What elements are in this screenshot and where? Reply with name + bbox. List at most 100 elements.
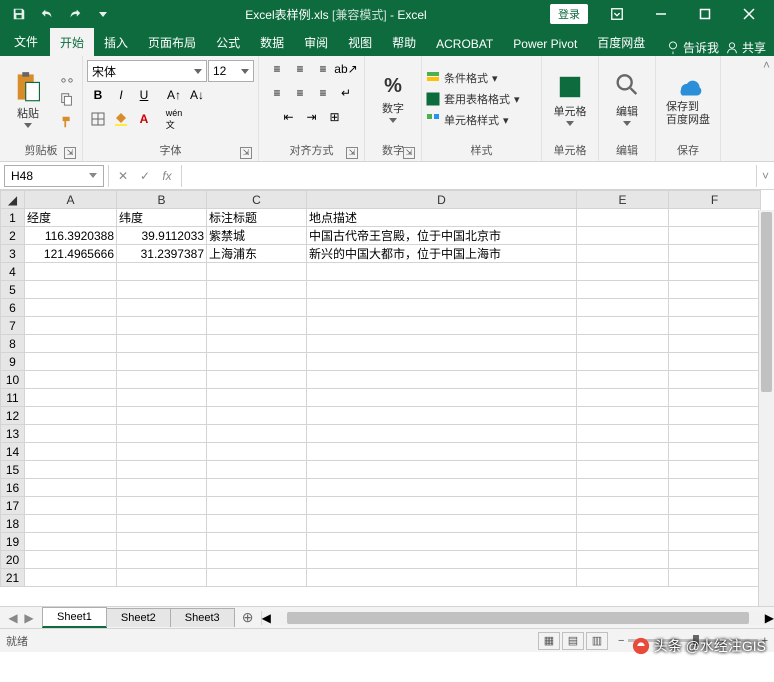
- cell[interactable]: [207, 497, 307, 515]
- cell[interactable]: [669, 353, 761, 371]
- cell[interactable]: [307, 407, 577, 425]
- cell[interactable]: [577, 479, 669, 497]
- cell[interactable]: [25, 281, 117, 299]
- zoom-slider[interactable]: − +: [618, 635, 768, 647]
- cell[interactable]: [307, 317, 577, 335]
- close-icon[interactable]: [728, 0, 770, 28]
- row-header[interactable]: 1: [1, 209, 25, 227]
- format-painter-icon[interactable]: [56, 111, 78, 133]
- cell[interactable]: [25, 479, 117, 497]
- sheet-nav-next-icon[interactable]: ▶: [22, 611, 36, 625]
- undo-icon[interactable]: [34, 2, 60, 26]
- view-page-layout-icon[interactable]: ▤: [562, 632, 584, 650]
- align-left-icon[interactable]: ≡: [266, 82, 288, 104]
- cell[interactable]: [577, 515, 669, 533]
- cell[interactable]: [669, 299, 761, 317]
- cell[interactable]: [25, 443, 117, 461]
- border-icon[interactable]: [87, 108, 109, 130]
- row-header[interactable]: 20: [1, 551, 25, 569]
- tab-file[interactable]: 文件: [2, 27, 50, 56]
- cell[interactable]: [669, 227, 761, 245]
- cell[interactable]: [577, 353, 669, 371]
- row-header[interactable]: 17: [1, 497, 25, 515]
- cell[interactable]: 标注标题: [207, 209, 307, 227]
- paste-button[interactable]: 粘贴: [4, 64, 52, 134]
- sheet-nav-prev-icon[interactable]: ◀: [6, 611, 20, 625]
- row-header[interactable]: 16: [1, 479, 25, 497]
- save-icon[interactable]: [6, 2, 32, 26]
- cell[interactable]: [25, 551, 117, 569]
- cell[interactable]: [307, 389, 577, 407]
- cell[interactable]: [669, 281, 761, 299]
- cell[interactable]: [669, 245, 761, 263]
- fill-color-icon[interactable]: [110, 108, 132, 130]
- cell[interactable]: [25, 263, 117, 281]
- cell[interactable]: [117, 461, 207, 479]
- cell[interactable]: [25, 461, 117, 479]
- tab-data[interactable]: 数据: [250, 28, 294, 56]
- horizontal-scrollbar[interactable]: ◀▶: [261, 611, 774, 625]
- cell[interactable]: [207, 317, 307, 335]
- tab-view[interactable]: 视图: [338, 28, 382, 56]
- cell[interactable]: [117, 317, 207, 335]
- cell[interactable]: [207, 371, 307, 389]
- cell[interactable]: [25, 407, 117, 425]
- cell[interactable]: [25, 299, 117, 317]
- row-header[interactable]: 4: [1, 263, 25, 281]
- tab-baidu[interactable]: 百度网盘: [587, 28, 655, 56]
- cell[interactable]: [117, 353, 207, 371]
- cell[interactable]: [577, 461, 669, 479]
- orientation-icon[interactable]: ab↗: [335, 58, 357, 80]
- cell[interactable]: 新兴的中国大都市，位于中国上海市: [307, 245, 577, 263]
- align-right-icon[interactable]: ≡: [312, 82, 334, 104]
- cell[interactable]: [117, 443, 207, 461]
- cell[interactable]: 39.9112033: [117, 227, 207, 245]
- cell[interactable]: [207, 479, 307, 497]
- view-normal-icon[interactable]: ▦: [538, 632, 560, 650]
- cell[interactable]: [669, 263, 761, 281]
- row-header[interactable]: 5: [1, 281, 25, 299]
- cell[interactable]: [25, 515, 117, 533]
- enter-formula-icon[interactable]: ✓: [135, 169, 155, 183]
- cell[interactable]: [207, 299, 307, 317]
- underline-button[interactable]: U: [133, 84, 155, 106]
- cell[interactable]: [117, 389, 207, 407]
- view-page-break-icon[interactable]: ▥: [586, 632, 608, 650]
- cell[interactable]: [25, 353, 117, 371]
- cell[interactable]: [577, 425, 669, 443]
- fx-icon[interactable]: fx: [157, 169, 177, 183]
- cell[interactable]: [207, 461, 307, 479]
- formula-input[interactable]: [182, 165, 756, 187]
- cell[interactable]: [307, 497, 577, 515]
- cut-icon[interactable]: [56, 65, 78, 87]
- align-dialog-icon[interactable]: ⇲: [346, 147, 358, 159]
- cell[interactable]: [117, 371, 207, 389]
- tab-powerpivot[interactable]: Power Pivot: [503, 31, 587, 56]
- cell[interactable]: [669, 389, 761, 407]
- cell[interactable]: [307, 443, 577, 461]
- cell[interactable]: [307, 299, 577, 317]
- cell[interactable]: [577, 209, 669, 227]
- cell[interactable]: [669, 317, 761, 335]
- expand-formula-bar-icon[interactable]: ˅: [756, 165, 774, 187]
- cell[interactable]: [307, 371, 577, 389]
- name-box[interactable]: H48: [4, 165, 104, 187]
- wrap-text-icon[interactable]: ↵: [335, 82, 357, 104]
- cell[interactable]: [117, 407, 207, 425]
- cell[interactable]: 经度: [25, 209, 117, 227]
- cell[interactable]: 紫禁城: [207, 227, 307, 245]
- cell[interactable]: [207, 443, 307, 461]
- tab-home[interactable]: 开始: [50, 28, 94, 56]
- cell[interactable]: [307, 335, 577, 353]
- cell[interactable]: [117, 425, 207, 443]
- tellme[interactable]: 告诉我: [666, 39, 719, 56]
- cell[interactable]: [577, 371, 669, 389]
- sheet-tab-3[interactable]: Sheet3: [170, 608, 235, 627]
- italic-button[interactable]: I: [110, 84, 132, 106]
- row-header[interactable]: 10: [1, 371, 25, 389]
- cell[interactable]: [577, 263, 669, 281]
- cell[interactable]: [117, 281, 207, 299]
- collapse-ribbon-icon[interactable]: ˄: [759, 56, 774, 161]
- cells-button[interactable]: 单元格: [546, 64, 594, 134]
- cell[interactable]: [307, 569, 577, 587]
